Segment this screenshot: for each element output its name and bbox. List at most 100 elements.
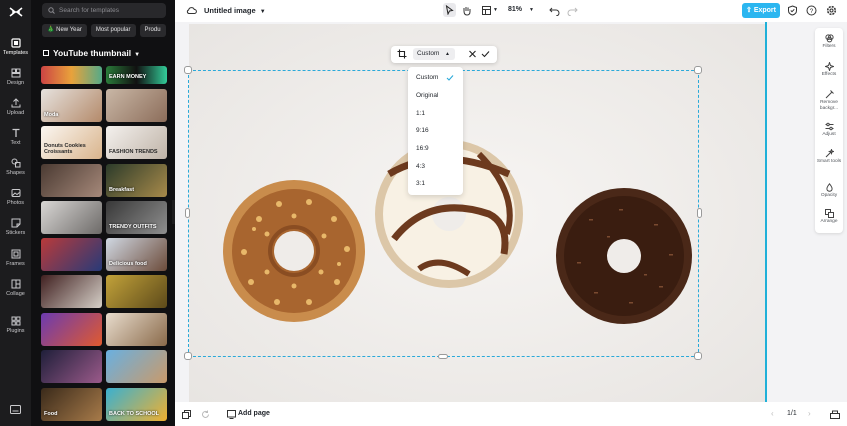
crop-handle-top-right[interactable] (694, 66, 702, 74)
ratio-option-16-9[interactable]: 16:9 (416, 145, 429, 152)
ratio-option-original[interactable]: Original (416, 92, 438, 99)
rail-collage[interactable]: Collage (0, 277, 31, 305)
rail-text-label: Text (10, 140, 21, 146)
select-tool-button[interactable] (443, 3, 456, 17)
crop-handle-right[interactable] (697, 208, 702, 218)
crop-handle-top-left[interactable] (184, 66, 192, 74)
tool-adjust[interactable]: Adjust (815, 122, 843, 138)
tool-arrange[interactable]: Arrange (815, 209, 843, 225)
undo-icon[interactable] (549, 5, 560, 16)
panel-title[interactable]: YouTube thumbnail ▼ (43, 48, 140, 58)
chip-most-popular[interactable]: Most popular (90, 24, 136, 37)
tool-smart-tools[interactable]: Smart tools (815, 149, 843, 165)
ratio-option-custom[interactable]: Custom (416, 74, 438, 81)
svg-text:?: ? (810, 8, 814, 15)
template-thumbnail[interactable]: Food (41, 388, 102, 421)
chip-new-year[interactable]: 🎄 New Year (42, 24, 87, 37)
close-icon[interactable] (468, 49, 477, 59)
template-thumbnail[interactable] (41, 350, 102, 383)
layers-icon[interactable] (182, 410, 191, 419)
pages-panel-icon[interactable] (830, 410, 840, 419)
template-thumbnail[interactable]: Breakfast (106, 164, 167, 197)
cloud-sync-icon[interactable] (186, 5, 197, 16)
rail-photos[interactable]: Photos (0, 186, 31, 214)
template-search-input[interactable]: Search for templates (42, 3, 166, 18)
check-icon[interactable] (481, 49, 490, 59)
add-page-icon (227, 410, 236, 419)
crop-handle-left[interactable] (185, 208, 190, 218)
ratio-option-9-16[interactable]: 9:16 (416, 127, 429, 134)
template-thumbnail[interactable]: Donuts Cookies Croissants (41, 126, 102, 159)
rail-templates[interactable]: Templates (0, 36, 31, 64)
capcut-logo[interactable] (9, 6, 23, 18)
redo-icon[interactable] (567, 5, 578, 16)
rail-upload[interactable]: Upload (0, 96, 31, 124)
crop-ratio-select[interactable]: Custom ▲ (413, 48, 455, 60)
export-button[interactable]: ⇧ Export (742, 3, 780, 18)
refresh-icon[interactable] (201, 410, 210, 419)
zoom-chevron-down-icon[interactable]: ▼ (529, 7, 534, 13)
template-thumbnail[interactable]: EARN MONEY (106, 66, 167, 84)
template-thumbnail[interactable] (41, 164, 102, 197)
crop-handle-bottom-right[interactable] (694, 352, 702, 360)
design-icon (11, 68, 20, 78)
rail-plugins-label: Plugins (6, 328, 25, 334)
tool-effects[interactable]: Effects (815, 62, 843, 78)
rail-frames-label: Frames (6, 261, 25, 267)
rail-shapes[interactable]: Shapes (0, 156, 31, 184)
rail-photos-label: Photos (6, 200, 25, 206)
template-thumbnail[interactable]: TRENDY OUTFITS (106, 201, 167, 234)
chevron-down-icon[interactable]: ▼ (493, 7, 498, 13)
template-thumbnail[interactable] (41, 201, 102, 234)
zoom-level[interactable]: 81% (508, 6, 522, 13)
chevron-down-icon: ▼ (259, 9, 266, 15)
settings-icon[interactable] (826, 5, 837, 16)
next-page-icon[interactable]: › (808, 409, 811, 418)
template-thumbnail[interactable]: FASHION TRENDS (106, 126, 167, 159)
stickers-icon (11, 218, 20, 228)
shield-icon[interactable] (787, 5, 798, 16)
template-thumbnail[interactable]: Moda (41, 89, 102, 122)
chip-products[interactable]: Produ (139, 24, 166, 37)
template-thumbnail[interactable] (41, 313, 102, 346)
crop-handle-bottom-left[interactable] (184, 352, 192, 360)
rail-design[interactable]: Design (0, 66, 31, 94)
crop-handle-bottom[interactable] (438, 354, 448, 359)
help-icon[interactable]: ? (806, 5, 817, 16)
template-thumbnail[interactable] (106, 313, 167, 346)
tool-opacity[interactable]: Opacity (815, 183, 843, 199)
rail-plugins[interactable]: Plugins (0, 314, 31, 342)
crop-ratio-dropdown: Custom Original 1:1 9:16 16:9 4:3 3:1 (408, 67, 463, 195)
ratio-option-1-1[interactable]: 1:1 (416, 110, 425, 117)
template-thumbnail[interactable] (41, 238, 102, 271)
resize-icon[interactable] (481, 5, 492, 16)
text-icon (12, 128, 19, 137)
tool-filters[interactable]: Filters (815, 34, 843, 50)
template-thumbnail[interactable] (106, 350, 167, 383)
search-icon (48, 7, 55, 14)
cursor-icon (445, 5, 454, 15)
add-page-button[interactable]: Add page (238, 410, 270, 417)
youtube-icon (43, 50, 49, 56)
template-thumbnail[interactable]: Delicious food (106, 238, 167, 271)
category-chips: 🎄 New Year Most popular Produ (42, 24, 175, 38)
tool-remove-background[interactable]: Remove backgr... (815, 90, 843, 111)
collage-icon (11, 279, 20, 289)
rail-frames[interactable]: Frames (0, 247, 31, 275)
ratio-option-3-1[interactable]: 3:1 (416, 180, 425, 187)
keyboard-icon[interactable] (10, 405, 21, 414)
arrange-icon (824, 209, 834, 218)
ratio-option-4-3[interactable]: 4:3 (416, 163, 425, 170)
hand-tool-icon[interactable] (461, 5, 472, 16)
previous-page-icon[interactable]: ‹ (771, 409, 774, 418)
search-placeholder: Search for templates (59, 7, 119, 14)
template-thumbnail[interactable] (41, 275, 102, 308)
template-thumbnail[interactable] (106, 89, 167, 122)
crop-icon[interactable] (397, 49, 407, 59)
template-thumbnail[interactable] (106, 275, 167, 308)
rail-stickers[interactable]: Stickers (0, 216, 31, 244)
document-title[interactable]: Untitled image ▼ (204, 6, 266, 15)
rail-text[interactable]: Text (0, 126, 31, 154)
template-thumbnail[interactable] (41, 66, 102, 84)
template-thumbnail[interactable]: BACK TO SCHOOL (106, 388, 167, 421)
